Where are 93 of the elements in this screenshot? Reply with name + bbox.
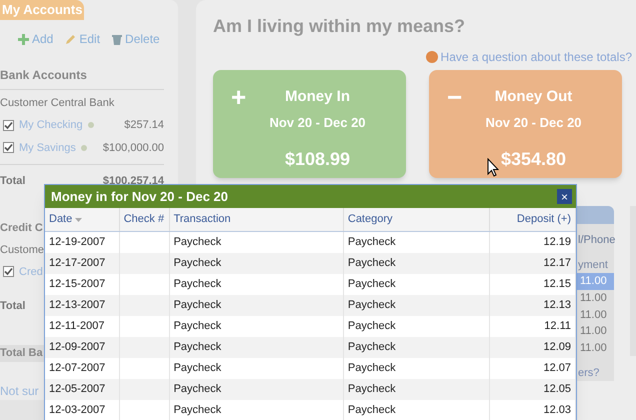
- table-cell-text: 12-17-2007: [49, 256, 106, 272]
- bank-name: Custome: [0, 243, 44, 258]
- table-cell-text: Paycheck: [174, 382, 222, 398]
- money-card[interactable]: + Money In Nov 20 - Dec 20 $108.99: [213, 70, 406, 178]
- question-link[interactable]: Have a question about these totals?: [440, 48, 632, 66]
- column-header[interactable]: Date: [45, 208, 120, 231]
- trash-icon: [112, 34, 122, 45]
- table-cell-text: Paycheck: [348, 361, 396, 376]
- dialog-title: Money in for Nov 20 - Dec 20: [51, 188, 228, 206]
- table-cell-text: Paycheck: [348, 256, 396, 272]
- column-header[interactable]: Category: [344, 208, 490, 231]
- cursor-icon: [487, 158, 499, 177]
- table-cell-text: 12-09-2007: [49, 340, 106, 356]
- action-link[interactable]: Edit: [65, 30, 100, 48]
- sign-glyph: −: [446, 81, 464, 114]
- account-link[interactable]: Cred: [19, 264, 43, 280]
- table-cell[interactable]: 11.00: [577, 290, 614, 307]
- card-amount: $354.80: [500, 148, 566, 171]
- table-cell-text: Paycheck: [348, 319, 396, 334]
- help-link[interactable]: Not sur: [0, 382, 39, 400]
- table-cell-text: 12.19: [543, 235, 571, 250]
- table-cell-text: Paycheck: [174, 319, 222, 334]
- table-cell-text: 12.11: [544, 319, 571, 334]
- table-cell[interactable]: 11.00: [577, 306, 614, 324]
- column-header[interactable]: Deposit (+): [490, 208, 576, 231]
- table-cell-text: Paycheck: [348, 235, 396, 250]
- sign-glyph: +: [230, 81, 248, 114]
- total-label: Total: [0, 174, 26, 190]
- action-link[interactable]: Delete: [112, 30, 160, 48]
- table-cell-text: 12.05: [543, 382, 571, 398]
- table-cell-text: Paycheck: [348, 403, 396, 418]
- table-cell-text: 12.03: [543, 403, 571, 418]
- card-range: Nov 20 - Dec 20: [269, 114, 366, 132]
- table-cell-text: Paycheck: [348, 340, 396, 356]
- table-cell-text: 12.15: [543, 277, 571, 292]
- account-link[interactable]: My Checking: [19, 117, 83, 134]
- table-cell-text: 12.17: [543, 256, 571, 272]
- table-cell-text: Paycheck: [348, 277, 396, 292]
- bank-name: Customer Central Bank: [0, 96, 114, 111]
- table-cell-text: Paycheck: [348, 298, 396, 314]
- table-cell-text: 12-03-2007: [49, 403, 106, 418]
- table-cell-text: 12.09: [543, 340, 571, 356]
- table-cell[interactable]: 11.00: [577, 323, 614, 340]
- section-heading: Bank Accounts: [0, 68, 87, 82]
- account-amount: $257.14: [124, 118, 164, 134]
- table-cell-text: 12-15-2007: [49, 277, 106, 292]
- checkbox[interactable]: [3, 120, 14, 131]
- action-link[interactable]: Add: [18, 30, 54, 48]
- card-range: Nov 20 - Dec 20: [485, 114, 582, 132]
- table-cell-text: Paycheck: [174, 403, 222, 418]
- table-cell[interactable]: 11.00: [577, 273, 614, 290]
- pencil-icon: [65, 34, 76, 45]
- panel-title: My Accounts: [2, 1, 82, 20]
- info-icon: [88, 122, 94, 128]
- table-cell-text: 12-13-2007: [49, 298, 106, 314]
- column-header[interactable]: Transaction: [170, 208, 344, 231]
- table-cell-text: Paycheck: [174, 361, 222, 376]
- account-link[interactable]: My Savings: [19, 140, 76, 156]
- table-cell-text: 12.07: [543, 361, 571, 376]
- total-label: Total Ba: [0, 346, 43, 362]
- table-header-bar: [577, 206, 614, 224]
- table-cell-text: 12-05-2007: [49, 382, 106, 398]
- table-cell[interactable]: 11.00: [577, 340, 614, 356]
- sort-icon: [75, 218, 82, 222]
- column-heading: yment: [577, 258, 608, 273]
- info-icon: [80, 144, 87, 151]
- page-title: Am I living within my means?: [213, 15, 466, 38]
- section-heading: Credit C: [0, 220, 43, 236]
- checkbox[interactable]: [3, 142, 14, 154]
- table-cell-text: 12-11-2007: [49, 319, 104, 334]
- table-cell-text: Paycheck: [174, 235, 222, 250]
- card-title: Money Out: [494, 87, 572, 107]
- column-heading: l/Phone: [577, 233, 616, 248]
- table-cell-text: Paycheck: [174, 298, 222, 314]
- card-title: Money In: [284, 87, 350, 107]
- help-link[interactable]: ers?: [577, 364, 600, 381]
- table-cell-text: Paycheck: [174, 340, 222, 356]
- column-header[interactable]: Check #: [120, 208, 170, 231]
- table-cell-text: Paycheck: [174, 256, 222, 272]
- table-cell-text: 12-07-2007: [49, 361, 106, 376]
- close-button[interactable]: ×: [557, 189, 572, 204]
- money-card[interactable]: − Money Out Nov 20 - Dec 20 $354.80: [429, 70, 622, 178]
- total-amount: $100,257.14: [102, 174, 164, 190]
- table-cell-text: Paycheck: [348, 382, 396, 398]
- table-cell-text: 12.13: [543, 298, 571, 314]
- account-amount: $100,000.00: [102, 140, 164, 156]
- help-icon: [426, 51, 438, 63]
- plus-icon: [18, 34, 29, 45]
- table-cell-text: Paycheck: [174, 277, 222, 292]
- card-amount: $108.99: [284, 148, 350, 171]
- table-cell-text: 12-19-2007: [49, 235, 106, 250]
- checkbox[interactable]: [3, 266, 14, 278]
- total-label: Total: [0, 299, 26, 314]
